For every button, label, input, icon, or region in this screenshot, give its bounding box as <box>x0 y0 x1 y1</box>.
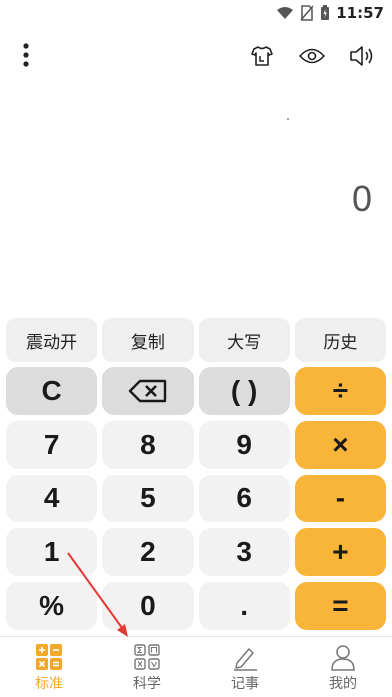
tab-label: 记事 <box>231 676 259 692</box>
cursor-dot <box>287 118 289 120</box>
parentheses-button[interactable]: ( ) <box>198 367 290 415</box>
no-sim-icon <box>300 5 314 21</box>
digit-5-button[interactable]: 5 <box>102 474 194 523</box>
user-icon <box>331 645 355 671</box>
digit-4-button[interactable]: 4 <box>6 474 98 523</box>
clear-button[interactable]: C <box>6 367 98 415</box>
tab-profile[interactable]: 我的 <box>294 637 392 697</box>
battery-icon <box>321 5 330 20</box>
display-value: 0 <box>351 178 372 219</box>
copy-button[interactable]: 复制 <box>102 318 194 362</box>
decimal-button[interactable]: . <box>198 582 290 630</box>
top-bar <box>0 30 392 80</box>
speaker-icon[interactable] <box>348 42 376 70</box>
status-time: 11:57 <box>336 4 384 22</box>
status-icons: 11:57 <box>276 4 384 22</box>
vibration-toggle-button[interactable]: 震动开 <box>6 318 98 362</box>
digit-8-button[interactable]: 8 <box>102 420 194 469</box>
digit-2-button[interactable]: 2 <box>102 528 194 577</box>
status-bar: 11:57 <box>0 0 392 28</box>
digit-3-button[interactable]: 3 <box>198 528 290 577</box>
percent-button[interactable]: % <box>6 582 98 630</box>
multiply-button[interactable]: × <box>294 420 386 469</box>
display-area: 0 <box>0 90 392 310</box>
digit-9-button[interactable]: 9 <box>198 420 290 469</box>
scientific-calculator-icon <box>134 644 160 670</box>
equals-button[interactable]: = <box>294 582 386 630</box>
bottom-tab-bar: 标准 科学 记事 我的 <box>0 636 392 697</box>
digit-7-button[interactable]: 7 <box>6 420 98 469</box>
top-right-actions <box>248 42 376 70</box>
tab-label: 标准 <box>35 676 63 692</box>
minus-button[interactable]: - <box>294 474 386 523</box>
calculator-icon <box>36 644 62 670</box>
uppercase-button[interactable]: 大写 <box>198 318 290 362</box>
wifi-icon <box>277 7 294 19</box>
tab-notes[interactable]: 记事 <box>196 637 294 697</box>
function-row: 震动开 复制 大写 历史 <box>6 318 386 362</box>
backspace-button[interactable] <box>102 367 194 415</box>
keypad: C ( ) ÷ 7 8 9 × 4 5 6- 1 2 3 +% 0. = <box>6 367 386 630</box>
backspace-icon <box>128 379 167 403</box>
digit-1-button[interactable]: 1 <box>6 528 98 577</box>
plus-button[interactable]: + <box>294 528 386 577</box>
eye-icon[interactable] <box>298 42 326 70</box>
tab-label: 科学 <box>133 676 161 692</box>
theme-tshirt-icon[interactable] <box>248 42 276 70</box>
history-button[interactable]: 历史 <box>294 318 386 362</box>
tab-label: 我的 <box>329 676 357 692</box>
divide-button[interactable]: ÷ <box>294 367 386 415</box>
digit-0-button[interactable]: 0 <box>102 582 194 630</box>
digit-6-button[interactable]: 6 <box>198 474 290 523</box>
tab-standard[interactable]: 标准 <box>0 637 98 697</box>
tab-scientific[interactable]: 科学 <box>98 637 196 697</box>
pencil-icon <box>234 648 257 671</box>
more-menu-icon[interactable] <box>14 40 38 70</box>
